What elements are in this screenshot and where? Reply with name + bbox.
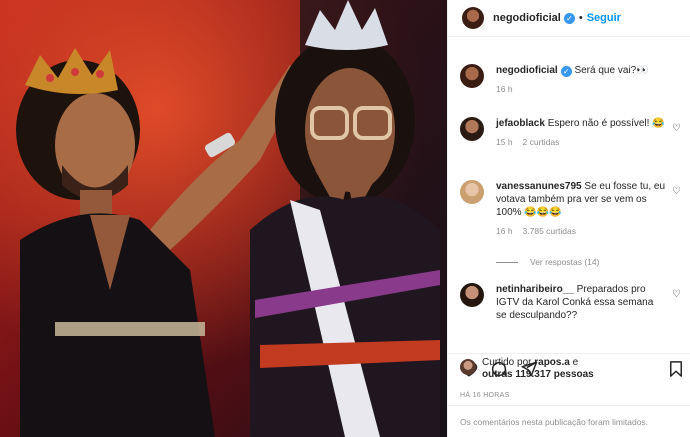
post-timestamp[interactable]: HÁ 16 HORAS: [460, 392, 510, 399]
liked-by-text: Curtido por rapos.a e outras 119.317 pes…: [482, 357, 594, 381]
bookmark-icon[interactable]: [667, 360, 685, 378]
verified-badge-icon: ✓: [560, 66, 572, 77]
caption: negodioficial ✓ Será que vai?👀 16 h: [460, 64, 685, 96]
post-header: negodioficial ✓ • Seguir: [448, 0, 690, 37]
follow-button[interactable]: Seguir: [587, 12, 621, 24]
author-avatar[interactable]: [462, 7, 484, 29]
comments-list: negodioficial ✓ Será que vai?👀 16 h jefao…: [448, 37, 690, 353]
comment-text: Espero não é possível! 😂: [547, 118, 665, 129]
liked-by-user[interactable]: rapos.a: [534, 357, 570, 368]
like-comment-icon[interactable]: ♡: [672, 289, 681, 300]
verified-badge-icon: ✓: [563, 12, 575, 24]
caption-username[interactable]: negodioficial: [496, 65, 558, 76]
caption-body: negodioficial ✓ Será que vai?👀 16 h: [496, 64, 666, 96]
liker-avatar: [460, 359, 476, 375]
post-photo[interactable]: [0, 0, 447, 437]
comment-username[interactable]: vanessanunes795: [496, 181, 582, 192]
comment-likes[interactable]: 2 curtidas: [523, 137, 560, 147]
post-image: [0, 0, 447, 437]
caption-time[interactable]: 16 h: [496, 84, 513, 94]
caption-text: Será que vai?👀: [574, 65, 649, 76]
comment-body: jefaoblack Espero não é possível! 😂 15 h…: [496, 117, 666, 149]
commenter-avatar[interactable]: [460, 180, 484, 204]
author-username[interactable]: negodioficial: [493, 12, 561, 24]
author-avatar[interactable]: [460, 64, 484, 88]
comment-username[interactable]: jefaoblack: [496, 118, 545, 129]
replies-divider: [496, 261, 518, 263]
post-sidebar: negodioficial ✓ • Seguir negodioficial ✓ …: [447, 0, 690, 437]
comment-item: vanessanunes795 Se eu fosse tu, eu votav…: [460, 180, 685, 238]
liked-by-suffix: e: [569, 357, 579, 368]
comment-meta: 16 h 3.785 curtidas: [496, 225, 666, 238]
liked-by[interactable]: Curtido por rapos.a e outras 119.317 pes…: [460, 357, 594, 381]
caption-meta: 16 h: [496, 83, 666, 96]
view-replies-label[interactable]: Ver respostas (14): [530, 257, 599, 267]
liked-by-prefix: Curtido por: [482, 357, 535, 368]
comment-body: vanessanunes795 Se eu fosse tu, eu votav…: [496, 180, 666, 238]
comment-meta: 15 h 2 curtidas: [496, 136, 666, 149]
commenter-avatar[interactable]: [460, 117, 484, 141]
comment-item: netinharibeiro__ Preparados pro IGTV da …: [460, 283, 685, 322]
liked-by-others[interactable]: outras 119.317 pessoas: [482, 369, 594, 380]
commenter-avatar[interactable]: [460, 283, 484, 307]
comment-time[interactable]: 16 h: [496, 226, 513, 236]
comments-limited-notice: Os comentários nesta publicação foram li…: [448, 405, 690, 437]
separator-dot: •: [578, 12, 583, 24]
comment-username[interactable]: netinharibeiro__: [496, 284, 574, 295]
view-replies-button[interactable]: Ver respostas (14): [496, 257, 599, 267]
comment-item: jefaoblack Espero não é possível! 😂 15 h…: [460, 117, 685, 149]
comment-body: netinharibeiro__ Preparados pro IGTV da …: [496, 283, 666, 322]
like-comment-icon[interactable]: ♡: [672, 123, 681, 134]
instagram-post: negodioficial ✓ • Seguir negodioficial ✓ …: [0, 0, 690, 437]
like-comment-icon[interactable]: ♡: [672, 186, 681, 197]
comment-time[interactable]: 15 h: [496, 137, 513, 147]
comment-likes[interactable]: 3.785 curtidas: [523, 226, 576, 236]
